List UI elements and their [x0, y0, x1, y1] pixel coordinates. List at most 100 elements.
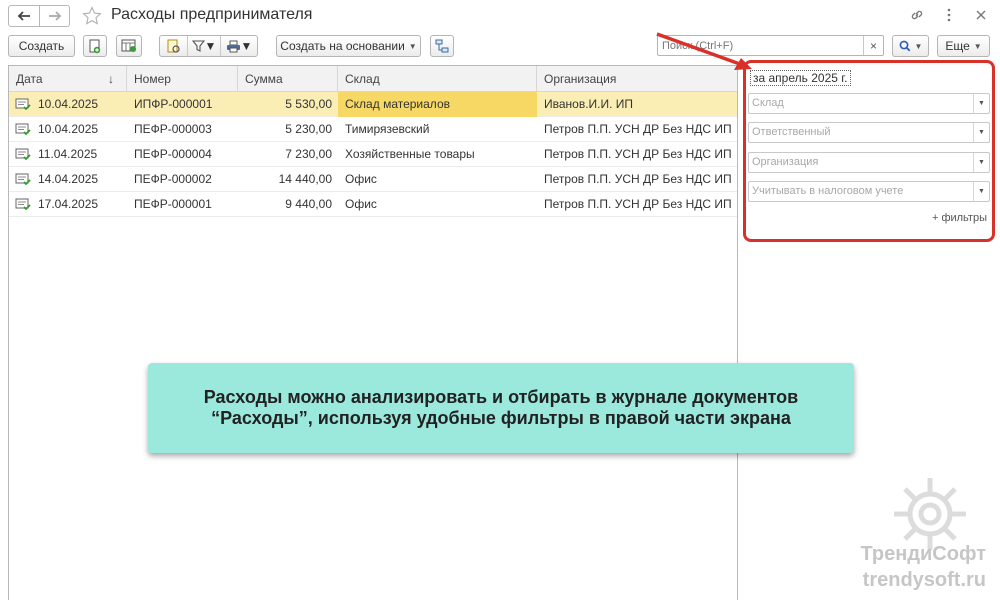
responsible-filter-placeholder: Ответственный: [752, 126, 831, 138]
sklad-filter[interactable]: Склад ▼: [748, 93, 990, 114]
table-green-icon: [121, 39, 136, 52]
table-row[interactable]: 11.04.2025 ПЕФР-000004 7 230,00 Хозяйств…: [9, 142, 737, 167]
row-sum: 5 230,00: [285, 122, 332, 136]
row-sum: 14 440,00: [278, 172, 332, 186]
funnel-icon: [191, 40, 205, 52]
row-organization: Петров П.П. УСН ДР Без НДС ИП: [544, 197, 732, 211]
create-based-on-label: Создать на основании: [280, 39, 405, 53]
navigation-group: [8, 5, 70, 27]
link-icon[interactable]: [908, 6, 926, 24]
document-posted-icon: [15, 123, 31, 136]
dropdown-arrow-icon[interactable]: ▼: [973, 94, 989, 113]
document-posted-icon: [15, 98, 31, 111]
column-header-date[interactable]: Дата ↓: [9, 66, 127, 92]
row-sklad: Офис: [345, 172, 377, 186]
favorite-star-icon[interactable]: [82, 6, 102, 26]
arrow-right-icon: [48, 11, 61, 21]
create-button[interactable]: Создать: [8, 35, 75, 57]
structure-button[interactable]: [430, 35, 454, 57]
tax-accounting-filter[interactable]: Учитывать в налоговом учете ▼: [748, 181, 990, 202]
row-organization: Иванов.И.И. ИП: [544, 97, 634, 111]
chevron-down-icon: ▼: [408, 41, 417, 51]
column-header-sum[interactable]: Сумма: [238, 66, 338, 92]
print-button[interactable]: ▼: [220, 36, 257, 56]
filter-print-group: ▼ ▼: [159, 35, 258, 57]
close-icon[interactable]: [972, 6, 990, 24]
more-vertical-icon[interactable]: [940, 6, 958, 24]
row-sum: 5 530,00: [285, 97, 332, 111]
row-sklad: Склад материалов: [338, 92, 537, 117]
row-sklad: Хозяйственные товары: [345, 147, 475, 161]
watermark-brand: ТрендиСофт trendysoft.ru: [860, 541, 986, 593]
table-row[interactable]: 17.04.2025 ПЕФР-000001 9 440,00 Офис Пет…: [9, 192, 737, 217]
row-organization: Петров П.П. УСН ДР Без НДС ИП: [544, 172, 732, 186]
chevron-down-icon: ▼: [973, 41, 982, 51]
row-date: 10.04.2025: [38, 97, 99, 111]
sklad-filter-placeholder: Склад: [752, 97, 784, 109]
sort-down-icon: ↓: [108, 72, 114, 86]
dropdown-arrow-icon[interactable]: ▼: [973, 123, 989, 142]
find-document-button[interactable]: [160, 36, 187, 56]
organization-filter-placeholder: Организация: [752, 156, 819, 168]
row-number: ПЕФР-000001: [134, 197, 212, 211]
row-date: 11.04.2025: [38, 147, 98, 161]
printer-icon: [226, 40, 240, 52]
row-organization: Петров П.П. УСН ДР Без НДС ИП: [544, 147, 732, 161]
document-search-icon: [167, 39, 180, 53]
row-organization: Петров П.П. УСН ДР Без НДС ИП: [544, 122, 732, 136]
dropdown-arrow-icon[interactable]: ▼: [973, 153, 989, 172]
more-filters-link[interactable]: + фильтры: [932, 212, 987, 224]
more-button[interactable]: Еще ▼: [937, 35, 990, 57]
table-row[interactable]: 10.04.2025 ИПФР-000001 5 530,00 Склад ма…: [9, 92, 737, 117]
forward-button[interactable]: [39, 6, 69, 26]
chevron-down-icon: ▼: [240, 39, 253, 53]
row-sum: 7 230,00: [285, 147, 332, 161]
row-number: ПЕФР-000003: [134, 122, 212, 136]
row-date: 10.04.2025: [38, 122, 99, 136]
filter-panel: за апрель 2025 г. Склад ▼ Ответственный …: [743, 60, 995, 242]
window-controls: [908, 6, 990, 24]
caption-text: Расходы можно анализировать и отбирать в…: [203, 387, 799, 428]
row-number: ПЕФР-000002: [134, 172, 212, 186]
brand-name: ТрендиСофт: [860, 543, 986, 565]
table-row[interactable]: 10.04.2025 ПЕФР-000003 5 230,00 Тимирязе…: [9, 117, 737, 142]
document-posted-icon: [15, 148, 31, 161]
journal-button[interactable]: [116, 35, 142, 57]
search-input[interactable]: [658, 36, 858, 55]
row-date: 14.04.2025: [38, 172, 99, 186]
create-based-on-button[interactable]: Создать на основании ▼: [276, 35, 421, 57]
row-number: ИПФР-000001: [134, 97, 213, 111]
document-posted-icon: [15, 173, 31, 186]
title-bar: Расходы предпринимателя: [0, 0, 1000, 32]
responsible-filter[interactable]: Ответственный ▼: [748, 122, 990, 143]
tax-accounting-filter-placeholder: Учитывать в налоговом учете: [752, 185, 904, 197]
clear-search-button[interactable]: ×: [863, 36, 883, 55]
organization-filter[interactable]: Организация ▼: [748, 152, 990, 173]
row-sklad: Офис: [345, 197, 377, 211]
search-button[interactable]: ▼: [892, 35, 929, 57]
hierarchy-icon: [435, 39, 449, 53]
column-header-organization[interactable]: Организация: [537, 66, 736, 92]
period-link[interactable]: за апрель 2025 г.: [750, 70, 851, 86]
brand-site: trendysoft.ru: [862, 569, 986, 591]
documents-table: Дата ↓ Номер Сумма Склад Организация 10.…: [8, 65, 738, 600]
copy-doc-icon: [89, 39, 101, 53]
row-number: ПЕФР-000004: [134, 147, 212, 161]
arrow-left-icon: [17, 11, 30, 21]
dropdown-arrow-icon[interactable]: ▼: [973, 182, 989, 201]
caption-box: Расходы можно анализировать и отбирать в…: [148, 363, 854, 453]
back-button[interactable]: [9, 6, 39, 26]
search-box: ×: [657, 35, 884, 56]
chevron-down-icon: ▼: [204, 39, 217, 53]
table-row[interactable]: 14.04.2025 ПЕФР-000002 14 440,00 Офис Пе…: [9, 167, 737, 192]
filter-button[interactable]: ▼: [187, 36, 220, 56]
copy-button[interactable]: [83, 35, 107, 57]
magnifier-icon: [899, 40, 910, 52]
row-date: 17.04.2025: [38, 197, 99, 211]
row-sum: 9 440,00: [285, 197, 332, 211]
document-posted-icon: [15, 198, 31, 211]
column-header-sklad[interactable]: Склад: [338, 66, 537, 92]
table-header: Дата ↓ Номер Сумма Склад Организация: [9, 66, 737, 92]
column-header-number[interactable]: Номер: [127, 66, 238, 92]
row-sklad: Тимирязевский: [345, 122, 430, 136]
